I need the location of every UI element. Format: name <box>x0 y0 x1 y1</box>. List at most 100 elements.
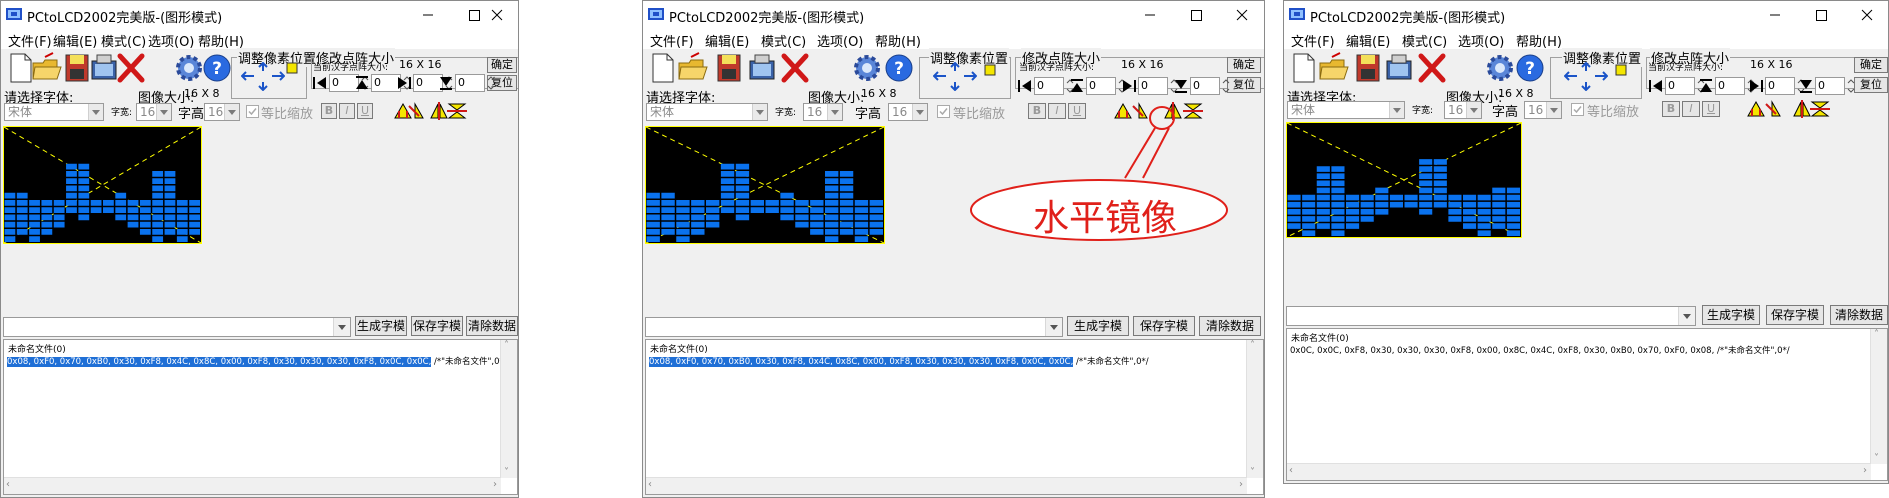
pixel-cell[interactable] <box>1287 209 1301 215</box>
pixel-cell[interactable] <box>854 221 869 228</box>
width-select[interactable]: 16 <box>1444 101 1482 119</box>
scroll-left-icon[interactable]: ‹ <box>1289 465 1293 476</box>
new-file-icon[interactable] <box>647 51 679 85</box>
pixel-cell[interactable] <box>152 192 164 199</box>
import-image-icon[interactable] <box>1384 51 1416 85</box>
pixel-cell[interactable] <box>164 214 176 221</box>
pixel-cell[interactable] <box>1404 194 1418 201</box>
close-button[interactable] <box>1219 1 1264 29</box>
pixel-cell[interactable] <box>795 214 809 221</box>
mirror-vertical-icon[interactable] <box>1810 100 1830 118</box>
pixel-cell[interactable] <box>1492 201 1506 208</box>
pixel-cell[interactable] <box>839 185 854 192</box>
pixel-cell[interactable] <box>1463 201 1477 208</box>
pixel-cell[interactable] <box>78 207 90 213</box>
pixel-cell[interactable] <box>152 229 164 235</box>
menu-options[interactable]: 选项(O) <box>817 31 863 50</box>
pixel-cell[interactable] <box>869 200 883 206</box>
menu-edit[interactable]: 编辑(E) <box>1346 31 1390 50</box>
pixel-cell[interactable] <box>139 207 151 213</box>
pixel-cell[interactable] <box>825 178 839 184</box>
pixel-cell[interactable] <box>1287 216 1301 222</box>
pixel-cell[interactable] <box>53 214 65 221</box>
pixel-cell[interactable] <box>720 207 735 213</box>
pixel-cell[interactable] <box>41 200 53 206</box>
pixel-cell[interactable] <box>825 229 839 235</box>
pixel-cell[interactable] <box>706 214 720 221</box>
menu-mode[interactable]: 模式(C) <box>101 31 146 50</box>
help-icon[interactable]: ? <box>201 51 233 85</box>
help-icon[interactable]: ? <box>1514 51 1546 85</box>
pixel-cell[interactable] <box>1506 187 1520 194</box>
pixel-cell[interactable] <box>839 200 854 206</box>
pixel-cell[interactable] <box>706 200 720 206</box>
pixel-cell[interactable] <box>164 207 176 213</box>
pixel-cell[interactable] <box>1331 173 1345 179</box>
ratio-checkbox[interactable] <box>937 105 950 118</box>
pixel-cell[interactable] <box>1433 194 1447 201</box>
scroll-up-icon[interactable]: ˄ <box>1250 340 1255 351</box>
move-down-icon[interactable] <box>949 81 961 91</box>
open-folder-icon[interactable] <box>31 51 63 85</box>
pixel-cell[interactable] <box>825 192 839 199</box>
pixel-cell[interactable] <box>1433 159 1447 165</box>
pixel-cell[interactable] <box>869 214 883 221</box>
pixel-grid[interactable] <box>4 127 201 243</box>
pixel-cell[interactable] <box>854 207 869 213</box>
pixel-cell[interactable] <box>676 207 690 213</box>
pixel-cell[interactable] <box>78 171 90 177</box>
vertical-scrollbar[interactable]: ˄ ˅ <box>500 340 517 478</box>
pixel-cell[interactable] <box>152 185 164 192</box>
minimize-button[interactable] <box>1752 1 1798 29</box>
pixel-cell[interactable] <box>66 207 77 213</box>
menu-help[interactable]: 帮助(H) <box>875 31 921 50</box>
pixel-cell[interactable] <box>1316 180 1330 187</box>
pixel-cell[interactable] <box>1316 201 1330 208</box>
pixel-cell[interactable] <box>646 192 660 199</box>
pixel-cell[interactable] <box>1404 201 1418 208</box>
scroll-left-icon[interactable]: ‹ <box>6 479 10 490</box>
move-up-icon[interactable] <box>949 62 961 72</box>
move-up-icon[interactable] <box>1580 62 1592 72</box>
pixel-cell[interactable] <box>825 221 839 228</box>
pixel-cell[interactable] <box>839 207 854 213</box>
pixel-cell[interactable] <box>720 200 735 206</box>
pixel-cell[interactable] <box>53 207 65 213</box>
pixel-cell[interactable] <box>115 192 127 199</box>
menu-edit[interactable]: 编辑(E) <box>53 31 97 50</box>
pixel-cell[interactable] <box>115 214 127 221</box>
pixel-cell[interactable] <box>825 185 839 192</box>
pixel-cell[interactable] <box>810 200 824 206</box>
pixel-cell[interactable] <box>4 192 16 199</box>
pixel-cell[interactable] <box>1316 187 1330 194</box>
pixel-cell[interactable] <box>1316 173 1330 179</box>
move-left-icon[interactable] <box>1564 71 1578 81</box>
menu-options[interactable]: 选项(O) <box>1458 31 1504 50</box>
pixel-cell[interactable] <box>1346 216 1360 222</box>
pixel-cell[interactable] <box>646 200 660 206</box>
help-icon[interactable]: ? <box>883 51 915 85</box>
pixel-canvas[interactable] <box>645 126 885 244</box>
pixel-cell[interactable] <box>795 207 809 213</box>
spin-updown-icon[interactable] <box>1221 77 1231 95</box>
maximize-button[interactable] <box>1173 1 1219 29</box>
save-font-button[interactable]: 保存字模 <box>1133 316 1195 336</box>
menu-help[interactable]: 帮助(H) <box>1516 31 1562 50</box>
pixel-cell[interactable] <box>1316 166 1330 172</box>
title-bar[interactable]: PCtoLCD2002完美版-(图形模式) <box>643 1 1264 29</box>
pixel-cell[interactable] <box>1492 216 1506 222</box>
pixel-cell[interactable] <box>720 185 735 192</box>
mirror-horizontal-icon[interactable] <box>429 102 449 120</box>
pixel-cell[interactable] <box>1506 216 1520 222</box>
pixel-cell[interactable] <box>16 207 28 213</box>
flip-vertical-icon[interactable] <box>1762 100 1782 118</box>
pixel-cell[interactable] <box>127 221 139 228</box>
pixel-cell[interactable] <box>780 207 794 213</box>
clear-button[interactable]: 清除数据 <box>466 316 518 336</box>
pixel-cell[interactable] <box>869 207 883 213</box>
pixel-cell[interactable] <box>1331 201 1345 208</box>
pixel-cell[interactable] <box>1477 230 1491 236</box>
pixel-cell[interactable] <box>139 221 151 228</box>
pixel-cell[interactable] <box>839 221 854 228</box>
generate-button[interactable]: 生成字模 <box>1702 305 1760 325</box>
